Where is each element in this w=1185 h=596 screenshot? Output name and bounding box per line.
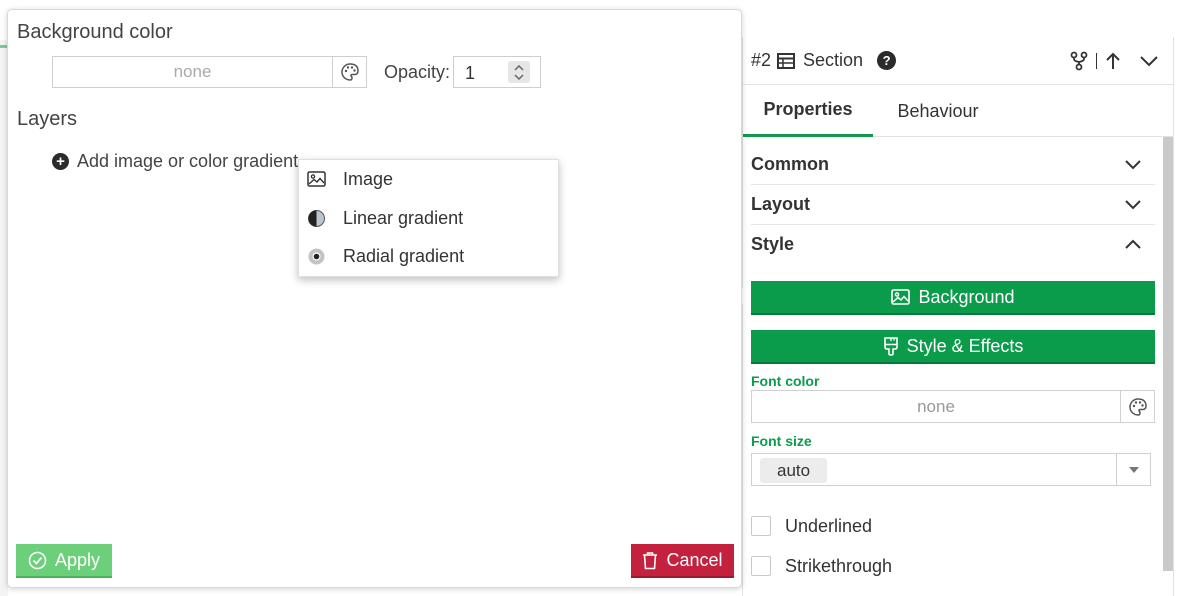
table-icon bbox=[777, 52, 796, 69]
element-header: #2 Section ? bbox=[743, 37, 1173, 85]
opacity-label: Opacity: bbox=[384, 62, 451, 82]
header-tools bbox=[1070, 37, 1159, 85]
section-layout-label: Layout bbox=[751, 194, 811, 214]
section-style-label: Style bbox=[751, 233, 795, 254]
tool-separator bbox=[1096, 53, 1097, 69]
tab-behaviour[interactable]: Behaviour bbox=[873, 85, 1003, 137]
chevron-down-icon[interactable] bbox=[1139, 54, 1159, 68]
image-icon bbox=[891, 289, 911, 305]
half-circle-icon bbox=[308, 209, 325, 227]
apply-button-label: Apply bbox=[54, 549, 101, 570]
palette-icon[interactable] bbox=[332, 57, 366, 87]
check-circle-icon bbox=[28, 551, 47, 569]
checkbox[interactable] bbox=[751, 516, 771, 536]
background-button[interactable]: Background bbox=[751, 281, 1155, 315]
add-layer-label: Add image or color gradient bbox=[77, 151, 299, 171]
font-color-field[interactable]: none bbox=[751, 390, 1155, 423]
menu-item-linear-gradient-label: Linear gradient bbox=[343, 207, 464, 228]
properties-panel: #2 Section ? Properties Behaviour Common… bbox=[742, 37, 1174, 596]
checkbox[interactable] bbox=[751, 556, 771, 576]
layers-title: Layers bbox=[17, 108, 78, 130]
arrow-up-icon[interactable] bbox=[1105, 52, 1121, 70]
style-effects-button-label: Style & Effects bbox=[906, 335, 1024, 356]
properties-tabs: Properties Behaviour bbox=[743, 85, 1173, 137]
add-layer-menu: Image Linear gradient Radial gradient bbox=[298, 159, 559, 277]
section-style[interactable]: Style bbox=[751, 224, 1155, 264]
stepper-icon[interactable] bbox=[508, 61, 530, 83]
caret-down-icon[interactable] bbox=[1116, 454, 1150, 485]
radial-circle-icon bbox=[308, 248, 325, 264]
chevron-down-icon bbox=[1125, 199, 1141, 209]
font-size-label: Font size bbox=[751, 433, 812, 449]
tab-behaviour-label: Behaviour bbox=[897, 100, 979, 121]
paint-brush-icon bbox=[883, 336, 898, 356]
opacity-value: 1 bbox=[465, 63, 476, 83]
section-common-label: Common bbox=[751, 154, 829, 174]
cancel-button-label: Cancel bbox=[666, 549, 723, 570]
style-effects-button[interactable]: Style & Effects bbox=[751, 330, 1155, 364]
plus-circle-icon: + bbox=[52, 153, 69, 170]
underlined-label: Underlined bbox=[785, 515, 873, 536]
element-number: #2 bbox=[751, 50, 772, 70]
strikethrough-checkbox[interactable]: Strikethrough bbox=[751, 555, 892, 577]
popup-pointer bbox=[742, 288, 750, 304]
menu-item-radial-gradient[interactable]: Radial gradient bbox=[307, 244, 464, 268]
font-size-value: auto bbox=[760, 458, 828, 483]
background-button-label: Background bbox=[918, 286, 1015, 307]
background-color-field[interactable]: none bbox=[52, 56, 367, 88]
section-layout[interactable]: Layout bbox=[751, 185, 1155, 225]
palette-icon[interactable] bbox=[1120, 391, 1154, 422]
menu-item-linear-gradient[interactable]: Linear gradient bbox=[307, 206, 463, 230]
chevron-up-icon bbox=[1125, 239, 1141, 249]
opacity-input[interactable]: 1 bbox=[453, 56, 541, 88]
branch-icon[interactable] bbox=[1070, 51, 1088, 71]
image-icon bbox=[307, 171, 326, 187]
strikethrough-label: Strikethrough bbox=[785, 555, 893, 576]
add-layer-button[interactable]: + Add image or color gradient bbox=[52, 151, 298, 172]
font-color-value: none bbox=[917, 396, 955, 416]
tab-properties-label: Properties bbox=[763, 99, 853, 119]
background-color-value: none bbox=[173, 62, 212, 81]
background-editor-popup: Background color none Opacity: 1 Layers … bbox=[7, 9, 742, 588]
font-color-label: Font color bbox=[751, 373, 820, 389]
section-common[interactable]: Common bbox=[751, 145, 1155, 185]
font-size-select[interactable]: auto bbox=[751, 453, 1151, 486]
chevron-down-icon bbox=[1125, 159, 1141, 169]
panel-scrollbar[interactable] bbox=[1163, 137, 1173, 571]
menu-item-radial-gradient-label: Radial gradient bbox=[343, 245, 465, 266]
menu-item-image-label: Image bbox=[343, 168, 394, 189]
menu-item-image[interactable]: Image bbox=[307, 167, 393, 191]
apply-button[interactable]: Apply bbox=[16, 544, 112, 578]
underlined-checkbox[interactable]: Underlined bbox=[751, 515, 872, 537]
tab-properties[interactable]: Properties bbox=[743, 85, 873, 137]
background-color-title: Background color bbox=[17, 21, 173, 43]
help-icon[interactable]: ? bbox=[877, 51, 897, 70]
element-type-label: Section bbox=[803, 50, 864, 70]
trash-icon bbox=[643, 551, 658, 569]
cancel-button[interactable]: Cancel bbox=[631, 544, 734, 578]
